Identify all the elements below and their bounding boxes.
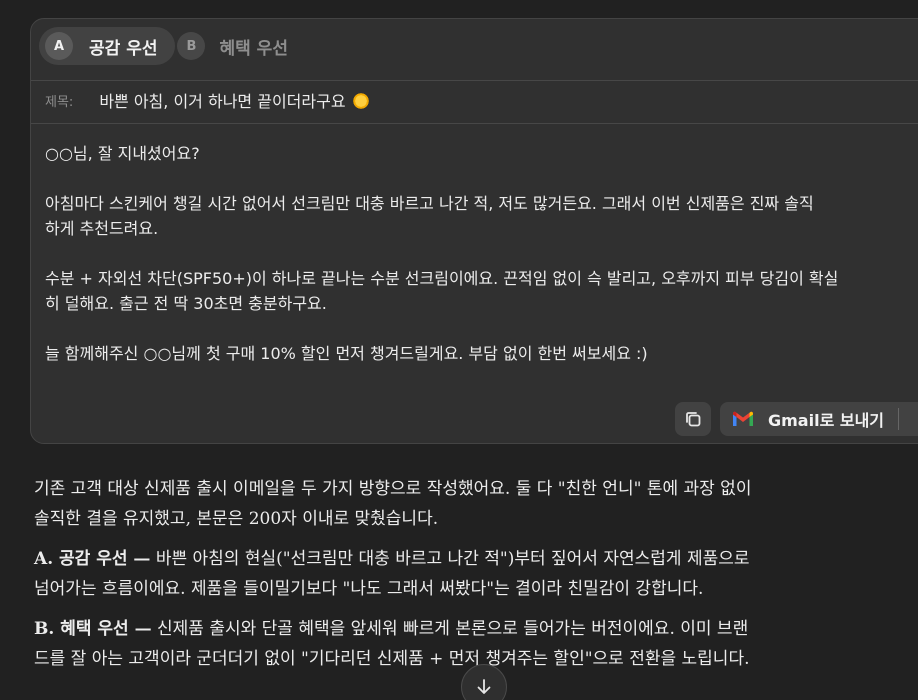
tabs-divider — [31, 80, 918, 81]
variant-a-title: A. 공감 우선 — — [34, 549, 151, 569]
response-intro-line-2: 솔직한 결을 유지했고, 본문은 200자 이내로 맞췄습니다. — [34, 509, 439, 529]
assistant-response: 기존 고객 대상 신제품 출시 이메일을 두 가지 방향으로 작성했어요. 둘 … — [34, 474, 914, 684]
response-intro-line-1: 기존 고객 대상 신제품 출시 이메일을 두 가지 방향으로 작성했어요. 둘 … — [34, 479, 752, 499]
variant-tabs: A 공감 우선 B 혜택 우선 — [39, 27, 306, 65]
subject-value: 바쁜 아침, 이거 하나면 끝이더라구요 — [99, 92, 346, 111]
subject-label: 제목: — [45, 94, 74, 110]
email-draft-card: A 공감 우선 B 혜택 우선 제목: 바쁜 아침, 이거 하나면 끝이더라구요… — [30, 18, 918, 444]
copy-button[interactable] — [675, 402, 711, 436]
body-closing: 늘 함께해주신 ○○님께 첫 구매 10% 할인 먼저 챙겨드릴게요. 부담 없… — [45, 344, 648, 363]
body-paragraph-2-line-1: 수분 + 자외선 차단(SPF50+)이 하나로 끝나는 수분 선크림이에요. … — [45, 269, 839, 288]
tab-variant-a[interactable]: A 공감 우선 — [39, 27, 176, 65]
tab-variant-b[interactable]: B 혜택 우선 — [175, 27, 305, 65]
send-gmail-button[interactable]: Gmail로 보내기 — [720, 402, 918, 436]
copy-icon — [686, 412, 701, 427]
body-paragraph-1: 아침마다 스킨케어 챙길 시간 없어서 선크림만 대충 바르고 나간 적, 저도… — [45, 191, 918, 241]
sun-emoji-icon — [351, 92, 370, 110]
body-greeting: ○○님, 잘 지내셨어요? — [45, 144, 200, 163]
gmail-button-label: Gmail로 보내기 — [768, 411, 885, 430]
variant-b-line-2: 드를 잘 아는 고객이라 군더더기 없이 "기다리던 신제품 + 먼저 챙겨주는… — [34, 649, 750, 669]
variant-a-badge: A — [45, 32, 73, 60]
subject-row: 제목: 바쁜 아침, 이거 하나면 끝이더라구요 — [45, 88, 370, 112]
variant-b-line-1: 신제품 출시와 단골 혜택을 앞세워 빠르게 본론으로 들어가는 버전이에요. … — [151, 619, 749, 639]
body-paragraph-2: 수분 + 자외선 차단(SPF50+)이 하나로 끝나는 수분 선크림이에요. … — [45, 266, 918, 316]
body-paragraph-1-line-2: 하게 추천드려요. — [45, 219, 159, 238]
body-paragraph-1-line-1: 아침마다 스킨케어 챙길 시간 없어서 선크림만 대충 바르고 나간 적, 저도… — [45, 194, 814, 213]
variant-b-label: 혜택 우선 — [219, 38, 288, 59]
response-intro: 기존 고객 대상 신제품 출시 이메일을 두 가지 방향으로 작성했어요. 둘 … — [34, 474, 914, 534]
variant-b-badge: B — [177, 32, 206, 60]
gmail-icon — [733, 411, 753, 426]
draft-actions: Gmail로 보내기 — [675, 402, 918, 436]
variant-a-line-1: 바쁜 아침의 현실("선크림만 대충 바르고 나간 적")부터 짚어서 자연스럽… — [150, 549, 750, 569]
variant-b-title: B. 혜택 우선 — — [34, 619, 152, 639]
email-body[interactable]: ○○님, 잘 지내셨어요? 아침마다 스킨케어 챙길 시간 없어서 선크림만 대… — [45, 141, 918, 366]
chat-view: A 공감 우선 B 혜택 우선 제목: 바쁜 아침, 이거 하나면 끝이더라구요… — [0, 0, 918, 700]
gmail-button-separator — [898, 408, 900, 430]
variant-a-label: 공감 우선 — [89, 38, 158, 59]
response-variant-a: A. 공감 우선 — 바쁜 아침의 현실("선크림만 대충 바르고 나간 적")… — [34, 544, 914, 604]
arrow-down-icon — [477, 679, 491, 694]
variant-a-line-2: 넘어가는 흐름이에요. 제품을 들이밀기보다 "나도 그래서 써봤다"는 결이라… — [34, 579, 704, 599]
subject-text[interactable]: 바쁜 아침, 이거 하나면 끝이더라구요 — [99, 88, 370, 112]
subject-divider — [31, 123, 918, 124]
body-paragraph-2-line-2: 히 덜해요. 출근 전 딱 30초면 충분하구요. — [45, 294, 327, 313]
